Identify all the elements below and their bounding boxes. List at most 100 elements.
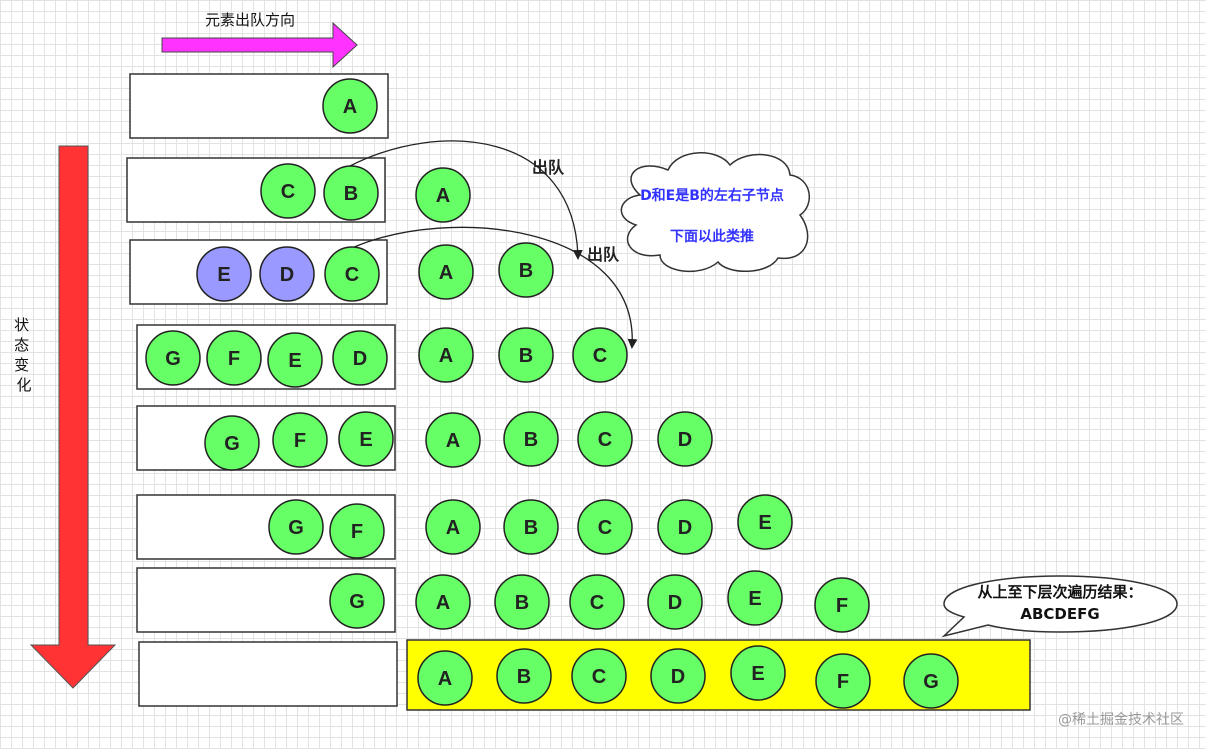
output-node-F-label: F	[837, 671, 849, 693]
output-node-B: B	[498, 327, 554, 383]
output-node-A: A	[415, 167, 471, 223]
state-change-arrow	[29, 145, 117, 689]
output-node-B: B	[496, 648, 552, 704]
output-node-D-label: D	[678, 517, 692, 539]
queue-node-G-label: G	[165, 348, 181, 370]
queue-node-A: A	[322, 78, 378, 134]
queue-node-G-label: G	[349, 591, 365, 613]
cloud-note-shape	[620, 152, 810, 273]
result-note-line1: 从上至下层次遍历结果：	[977, 583, 1142, 601]
cloud-note-line1: D和E是B的左右子节点	[640, 187, 784, 204]
output-node-C-label: C	[590, 592, 604, 614]
output-node-A-label: A	[446, 430, 460, 452]
queue-node-D-label: D	[280, 264, 294, 286]
queue-node-F: F	[272, 412, 328, 468]
output-node-B-label: B	[524, 429, 538, 451]
output-node-E: E	[737, 494, 793, 550]
output-node-A-label: A	[439, 262, 453, 284]
output-node-E-label: E	[751, 663, 764, 685]
state-label-char: 态	[14, 336, 29, 354]
output-node-C-label: C	[598, 429, 612, 451]
queue-node-G: G	[268, 499, 324, 555]
output-node-G: G	[903, 653, 959, 709]
output-node-B: B	[498, 242, 554, 298]
dequeue-label-1: 出队	[532, 158, 565, 177]
output-node-E: E	[727, 570, 783, 626]
output-node-D-label: D	[671, 666, 685, 688]
queue-node-G: G	[204, 415, 260, 471]
output-node-C-label: C	[592, 666, 606, 688]
direction-label: 元素出队方向	[205, 11, 295, 29]
output-node-D-label: D	[668, 592, 682, 614]
output-node-A-label: A	[436, 592, 450, 614]
output-node-B-label: B	[519, 345, 533, 367]
output-node-B-label: B	[524, 517, 538, 539]
state-label-char: 变	[14, 356, 29, 374]
output-node-C: C	[569, 574, 625, 630]
output-node-C-label: C	[593, 345, 607, 367]
queue-node-B: B	[323, 165, 379, 221]
output-node-E-label: E	[748, 588, 761, 610]
output-node-A: A	[418, 327, 474, 383]
queue-node-E-label: E	[217, 264, 230, 286]
output-node-B: B	[494, 574, 550, 630]
queue-node-F-label: F	[294, 430, 306, 452]
queue-node-F: F	[329, 503, 385, 559]
output-node-A: A	[417, 650, 473, 706]
output-node-D: D	[650, 648, 706, 704]
output-node-E: E	[730, 645, 786, 701]
queue-node-G: G	[329, 573, 385, 629]
queue-box-7	[138, 641, 398, 707]
queue-node-B-label: B	[344, 183, 358, 205]
cloud-note-line2: 下面以此类推	[670, 228, 754, 245]
output-node-D: D	[657, 499, 713, 555]
state-label-char: 状	[14, 316, 29, 334]
queue-node-G-label: G	[224, 433, 240, 455]
output-node-F: F	[814, 577, 870, 633]
output-node-B-label: B	[515, 592, 529, 614]
output-node-B: B	[503, 411, 559, 467]
queue-node-D: D	[259, 246, 315, 302]
output-node-C: C	[572, 327, 628, 383]
output-node-C: C	[571, 648, 627, 704]
output-node-E-label: E	[758, 512, 771, 534]
output-node-D-label: D	[678, 429, 692, 451]
state-label: 状 态 变 化	[14, 316, 34, 394]
output-node-D: D	[647, 574, 703, 630]
output-node-B-label: B	[517, 666, 531, 688]
output-node-F-label: F	[836, 595, 848, 617]
state-label-char: 化	[16, 376, 31, 394]
queue-node-C-label: C	[281, 181, 295, 203]
bfs-queue-diagram: 元素出队方向 状 态 变 化 出队 出队 D和E是B的左右子节点 下面以此类推 …	[14, 11, 1184, 728]
site-watermark: @稀土掘金技术社区	[1058, 712, 1184, 728]
output-node-D: D	[657, 411, 713, 467]
queue-node-E-label: E	[359, 429, 372, 451]
output-node-B: B	[503, 499, 559, 555]
result-note-line2: ABCDEFG	[1020, 605, 1099, 623]
queue-node-F-label: F	[351, 521, 363, 543]
queue-node-F: F	[206, 330, 262, 386]
queue-node-G: G	[145, 330, 201, 386]
queue-node-C: C	[324, 246, 380, 302]
output-node-F: F	[815, 653, 871, 709]
dequeue-direction-arrow	[161, 21, 358, 69]
output-node-A-label: A	[436, 185, 450, 207]
output-node-B-label: B	[519, 260, 533, 282]
output-node-C: C	[577, 411, 633, 467]
dequeue-label-2: 出队	[587, 245, 620, 264]
output-node-C: C	[577, 499, 633, 555]
queue-node-E: E	[196, 246, 252, 302]
queue-node-E: E	[267, 332, 323, 388]
queue-node-E: E	[338, 411, 394, 467]
output-node-A: A	[418, 244, 474, 300]
queue-node-A-label: A	[343, 96, 357, 118]
queue-node-D: D	[332, 330, 388, 386]
output-node-A-label: A	[438, 668, 452, 690]
output-node-A-label: A	[439, 345, 453, 367]
output-node-A: A	[415, 574, 471, 630]
output-node-A: A	[425, 499, 481, 555]
output-node-G-label: G	[923, 671, 939, 693]
queue-node-C-label: C	[345, 264, 359, 286]
queue-node-G-label: G	[288, 517, 304, 539]
output-node-C-label: C	[598, 517, 612, 539]
